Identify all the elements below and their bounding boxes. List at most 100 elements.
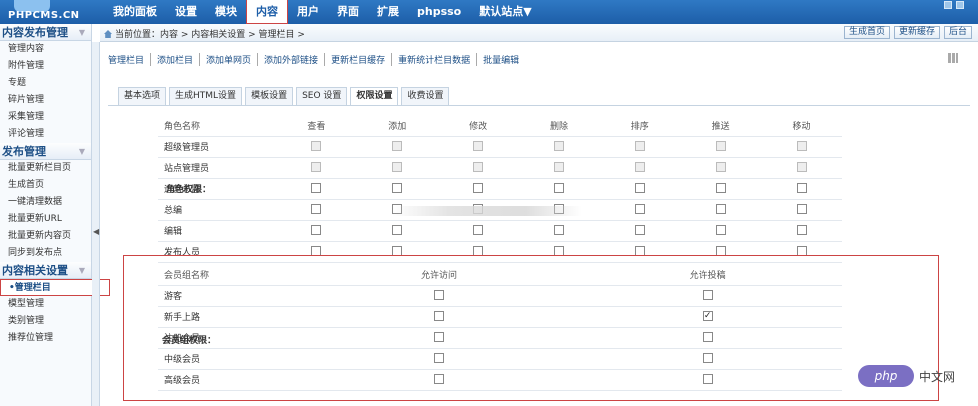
settings-tabs: 基本选项 生成HTML设置 模板设置 SEO 设置 权限设置 收费设置 xyxy=(118,87,450,106)
permission-checkbox[interactable] xyxy=(311,183,322,194)
sidebar-item[interactable]: 同步到发布点 xyxy=(0,245,91,262)
action-link[interactable]: 添加外部链接 xyxy=(258,53,326,66)
permission-checkbox[interactable] xyxy=(634,204,645,215)
collapse-arrow-icon[interactable]: ◀ xyxy=(93,227,99,236)
nav-item[interactable]: 模块 xyxy=(206,0,246,24)
action-link[interactable]: 批量编辑 xyxy=(477,53,525,66)
nav-item[interactable]: 我的面板 xyxy=(104,0,166,24)
sidebar-item[interactable]: 评论管理 xyxy=(0,126,91,143)
sidebar-item[interactable]: 模型管理 xyxy=(0,296,91,313)
sidebar-item[interactable]: 生成首页 xyxy=(0,177,91,194)
sub-button[interactable]: 生成首页 xyxy=(844,26,891,39)
permission-checkbox[interactable] xyxy=(634,183,645,194)
nav-item[interactable]: 用户 xyxy=(288,0,328,24)
permission-checkbox[interactable] xyxy=(796,225,807,236)
sidebar-item[interactable]: 类别管理 xyxy=(0,313,91,330)
tab[interactable]: 收费设置 xyxy=(401,87,450,105)
permission-cell xyxy=(680,157,762,179)
sub-button[interactable]: 后台 xyxy=(944,26,973,39)
sidebar-item[interactable]: 管理内容 xyxy=(0,41,91,58)
permission-cell xyxy=(761,136,842,158)
permission-checkbox[interactable] xyxy=(553,225,564,236)
sidebar-item[interactable]: 推荐位管理 xyxy=(0,330,91,347)
sidebar-item[interactable]: 批量更新栏目页 xyxy=(0,160,91,177)
sidebar-item[interactable]: 一键清理数据 xyxy=(0,194,91,211)
sidebar-item[interactable]: 批量更新内容页 xyxy=(0,228,91,245)
window-icon-2[interactable] xyxy=(956,1,964,9)
permission-cell xyxy=(276,199,357,221)
action-link[interactable]: 管理栏目 xyxy=(108,53,152,66)
column-header: 角色名称 xyxy=(158,115,276,137)
tab[interactable]: 权限设置 xyxy=(350,87,399,106)
permission-checkbox xyxy=(715,141,726,152)
tab[interactable]: 模板设置 xyxy=(245,87,294,105)
nav-item[interactable]: 内容 xyxy=(246,0,288,24)
permission-cell xyxy=(599,136,681,158)
permission-checkbox[interactable] xyxy=(634,225,645,236)
permission-cell xyxy=(437,178,519,200)
permission-checkbox[interactable] xyxy=(796,204,807,215)
collapse-icon[interactable]: ▼ xyxy=(79,24,85,40)
nav-item[interactable]: phpsso xyxy=(408,0,470,24)
permission-checkbox xyxy=(473,141,484,152)
action-link[interactable]: 添加栏目 xyxy=(151,53,201,66)
permission-checkbox xyxy=(392,141,403,152)
role-name: 站点管理员 xyxy=(158,157,276,179)
role-name: 超级管理员 xyxy=(158,136,276,158)
permission-checkbox[interactable] xyxy=(715,225,726,236)
sidebar-section-header[interactable]: 发布管理 ▼ xyxy=(0,143,91,160)
grid-icon[interactable] xyxy=(948,53,958,63)
nav-item[interactable]: 界面 xyxy=(328,0,368,24)
permission-cell xyxy=(761,157,842,179)
sidebar-section-title: 内容相关设置 xyxy=(2,264,68,277)
permission-cell xyxy=(680,220,762,242)
collapse-icon[interactable]: ▼ xyxy=(79,143,85,159)
nav-item[interactable]: 设置 xyxy=(166,0,206,24)
sidebar-item[interactable]: 碎片管理 xyxy=(0,92,91,109)
permission-checkbox[interactable] xyxy=(311,204,322,215)
sidebar-splitter[interactable]: ◀ xyxy=(92,42,100,406)
sub-bar: 当前位置：内容 > 内容相关设置 > 管理栏目 > 生成首页 更新缓存 后台 xyxy=(100,24,978,42)
sidebar-item[interactable]: 批量更新URL xyxy=(0,211,91,228)
permission-checkbox[interactable] xyxy=(392,225,403,236)
sub-button[interactable]: 更新缓存 xyxy=(894,26,941,39)
action-link[interactable]: 添加单网页 xyxy=(200,53,259,66)
nav-item[interactable]: 扩展 xyxy=(368,0,408,24)
tab[interactable]: SEO 设置 xyxy=(296,87,348,105)
role-name: 总编 xyxy=(158,199,276,221)
permission-checkbox[interactable] xyxy=(392,183,403,194)
permission-checkbox[interactable] xyxy=(715,204,726,215)
column-header: 推送 xyxy=(680,115,762,137)
permission-checkbox[interactable] xyxy=(311,225,322,236)
sidebar-item[interactable]: 专题 xyxy=(0,75,91,92)
tab[interactable]: 生成HTML设置 xyxy=(169,87,243,105)
action-link[interactable]: 重新统计栏目数据 xyxy=(392,53,478,66)
window-icon[interactable] xyxy=(944,1,952,9)
permission-cell xyxy=(356,220,438,242)
sidebar-item[interactable]: 采集管理 xyxy=(0,109,91,126)
php-watermark: php 中文网 xyxy=(858,362,978,390)
permission-cell xyxy=(599,157,681,179)
site-select[interactable]: 默认站点▼ xyxy=(470,0,540,24)
permission-cell xyxy=(276,136,357,158)
permission-cell xyxy=(437,136,519,158)
collapse-icon[interactable]: ▼ xyxy=(79,262,85,278)
tab[interactable]: 基本选项 xyxy=(118,87,167,105)
home-icon[interactable] xyxy=(104,30,112,38)
permission-checkbox[interactable] xyxy=(473,225,484,236)
permission-cell xyxy=(437,220,519,242)
permission-checkbox[interactable] xyxy=(796,183,807,194)
sidebar-item[interactable]: 附件管理 xyxy=(0,58,91,75)
blurred-watermark xyxy=(392,206,582,216)
breadcrumb-text: 当前位置：内容 > 内容相关设置 > 管理栏目 > xyxy=(115,30,305,40)
permission-checkbox[interactable] xyxy=(473,183,484,194)
sidebar-section-header[interactable]: 内容发布管理 ▼ xyxy=(0,24,91,41)
sidebar-section-title: 发布管理 xyxy=(2,145,46,158)
permission-checkbox[interactable] xyxy=(553,183,564,194)
breadcrumb: 当前位置：内容 > 内容相关设置 > 管理栏目 > xyxy=(104,27,305,40)
permission-cell xyxy=(437,157,519,179)
permission-checkbox[interactable] xyxy=(715,183,726,194)
action-link[interactable]: 更新栏目缓存 xyxy=(325,53,393,66)
action-links: 管理栏目 添加栏目 添加单网页 添加外部链接 更新栏目缓存 重新统计栏目数据 批量编辑 xyxy=(108,53,525,66)
sidebar-section-header[interactable]: 内容相关设置 ▼ xyxy=(0,262,91,279)
